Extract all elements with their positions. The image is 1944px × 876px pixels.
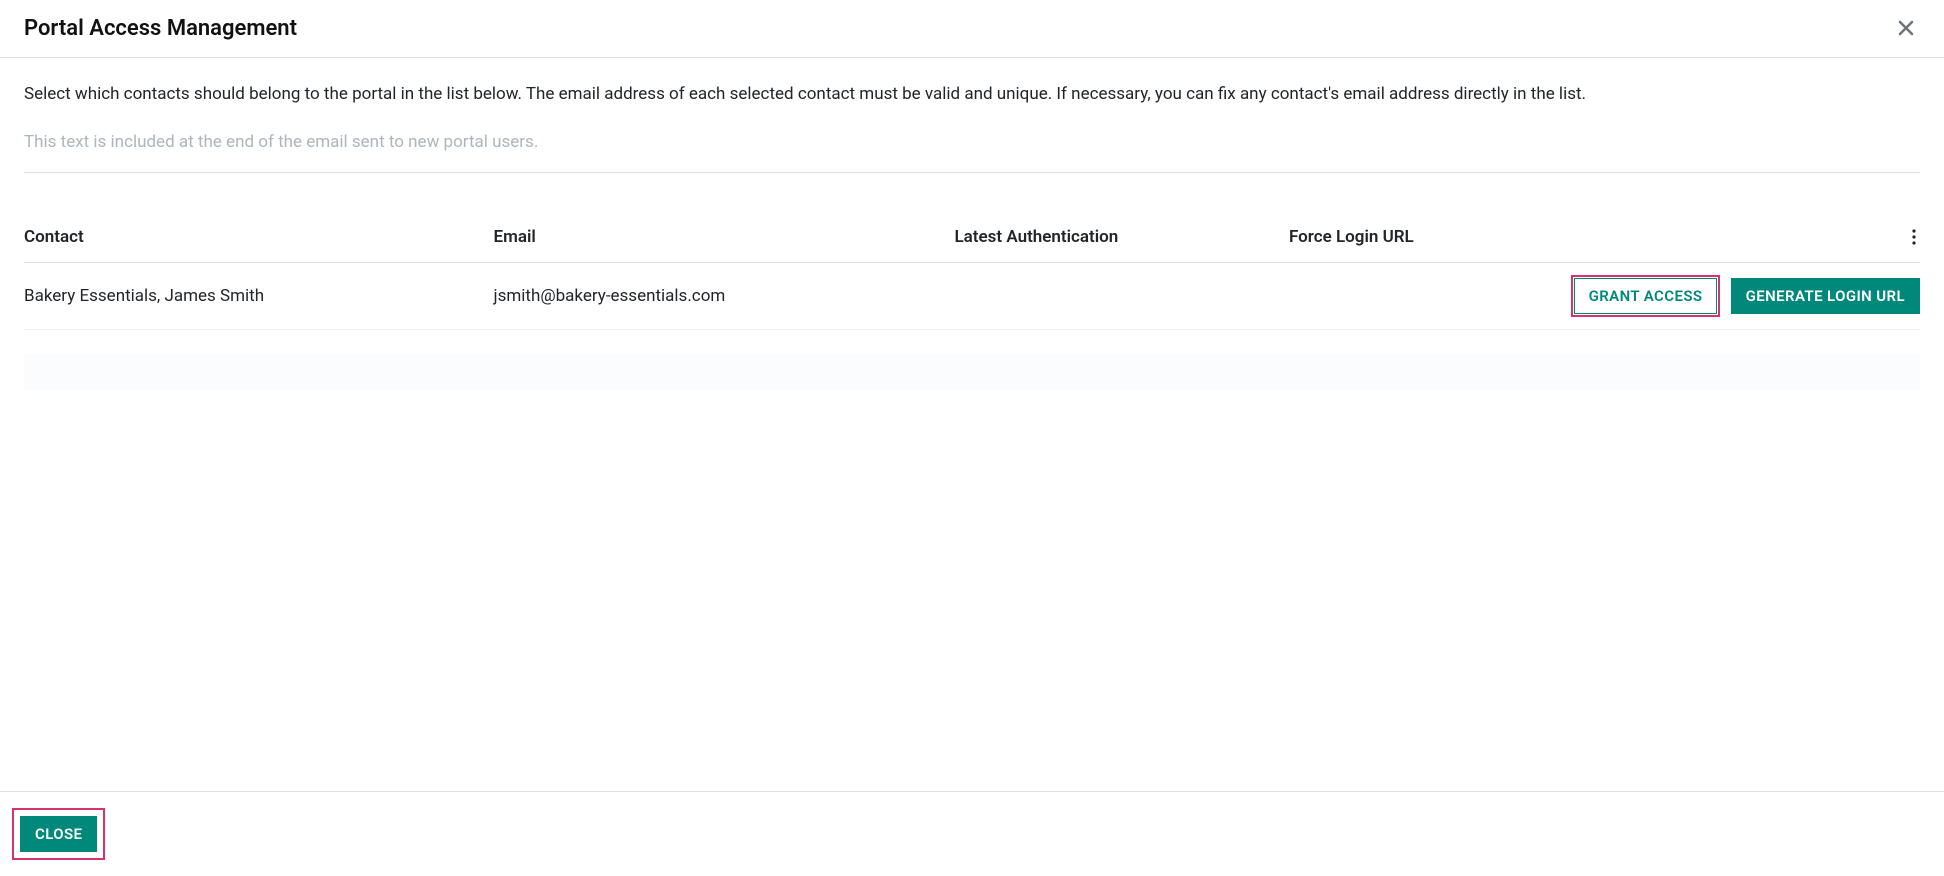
cell-latest-auth [946, 262, 1280, 329]
col-contact: Contact [24, 213, 486, 263]
table-options-icon[interactable] [1908, 225, 1920, 249]
table-header-row: Contact Email Latest Authentication Forc… [24, 213, 1920, 263]
col-force-login: Force Login URL [1281, 213, 1890, 263]
portal-access-modal: Portal Access Management Select which co… [0, 0, 1944, 876]
modal-title: Portal Access Management [24, 16, 297, 41]
col-latest-auth: Latest Authentication [946, 213, 1280, 263]
grant-access-highlight: Grant Access [1571, 275, 1721, 317]
cell-actions: Grant Access Generate Login URL [1281, 262, 1920, 329]
grant-access-button[interactable]: Grant Access [1574, 278, 1718, 314]
close-button-highlight: Close [12, 808, 105, 860]
table-footer-spacer [24, 354, 1920, 390]
contacts-table: Contact Email Latest Authentication Forc… [24, 213, 1920, 330]
cell-email[interactable]: jsmith@bakery-essentials.com [486, 262, 947, 329]
modal-description: Select which contacts should belong to t… [24, 82, 1920, 108]
modal-header: Portal Access Management [0, 0, 1944, 58]
modal-body: Select which contacts should belong to t… [0, 58, 1944, 791]
cell-contact[interactable]: Bakery Essentials, James Smith [24, 262, 486, 329]
email-footer-text-input[interactable] [24, 128, 1920, 173]
contacts-table-wrapper: Contact Email Latest Authentication Forc… [24, 213, 1920, 390]
close-icon[interactable] [1892, 17, 1920, 41]
modal-footer: Close [0, 791, 1944, 876]
close-button[interactable]: Close [20, 816, 97, 852]
table-row: Bakery Essentials, James Smith jsmith@ba… [24, 262, 1920, 329]
col-email: Email [486, 213, 947, 263]
generate-login-url-button[interactable]: Generate Login URL [1731, 278, 1920, 314]
